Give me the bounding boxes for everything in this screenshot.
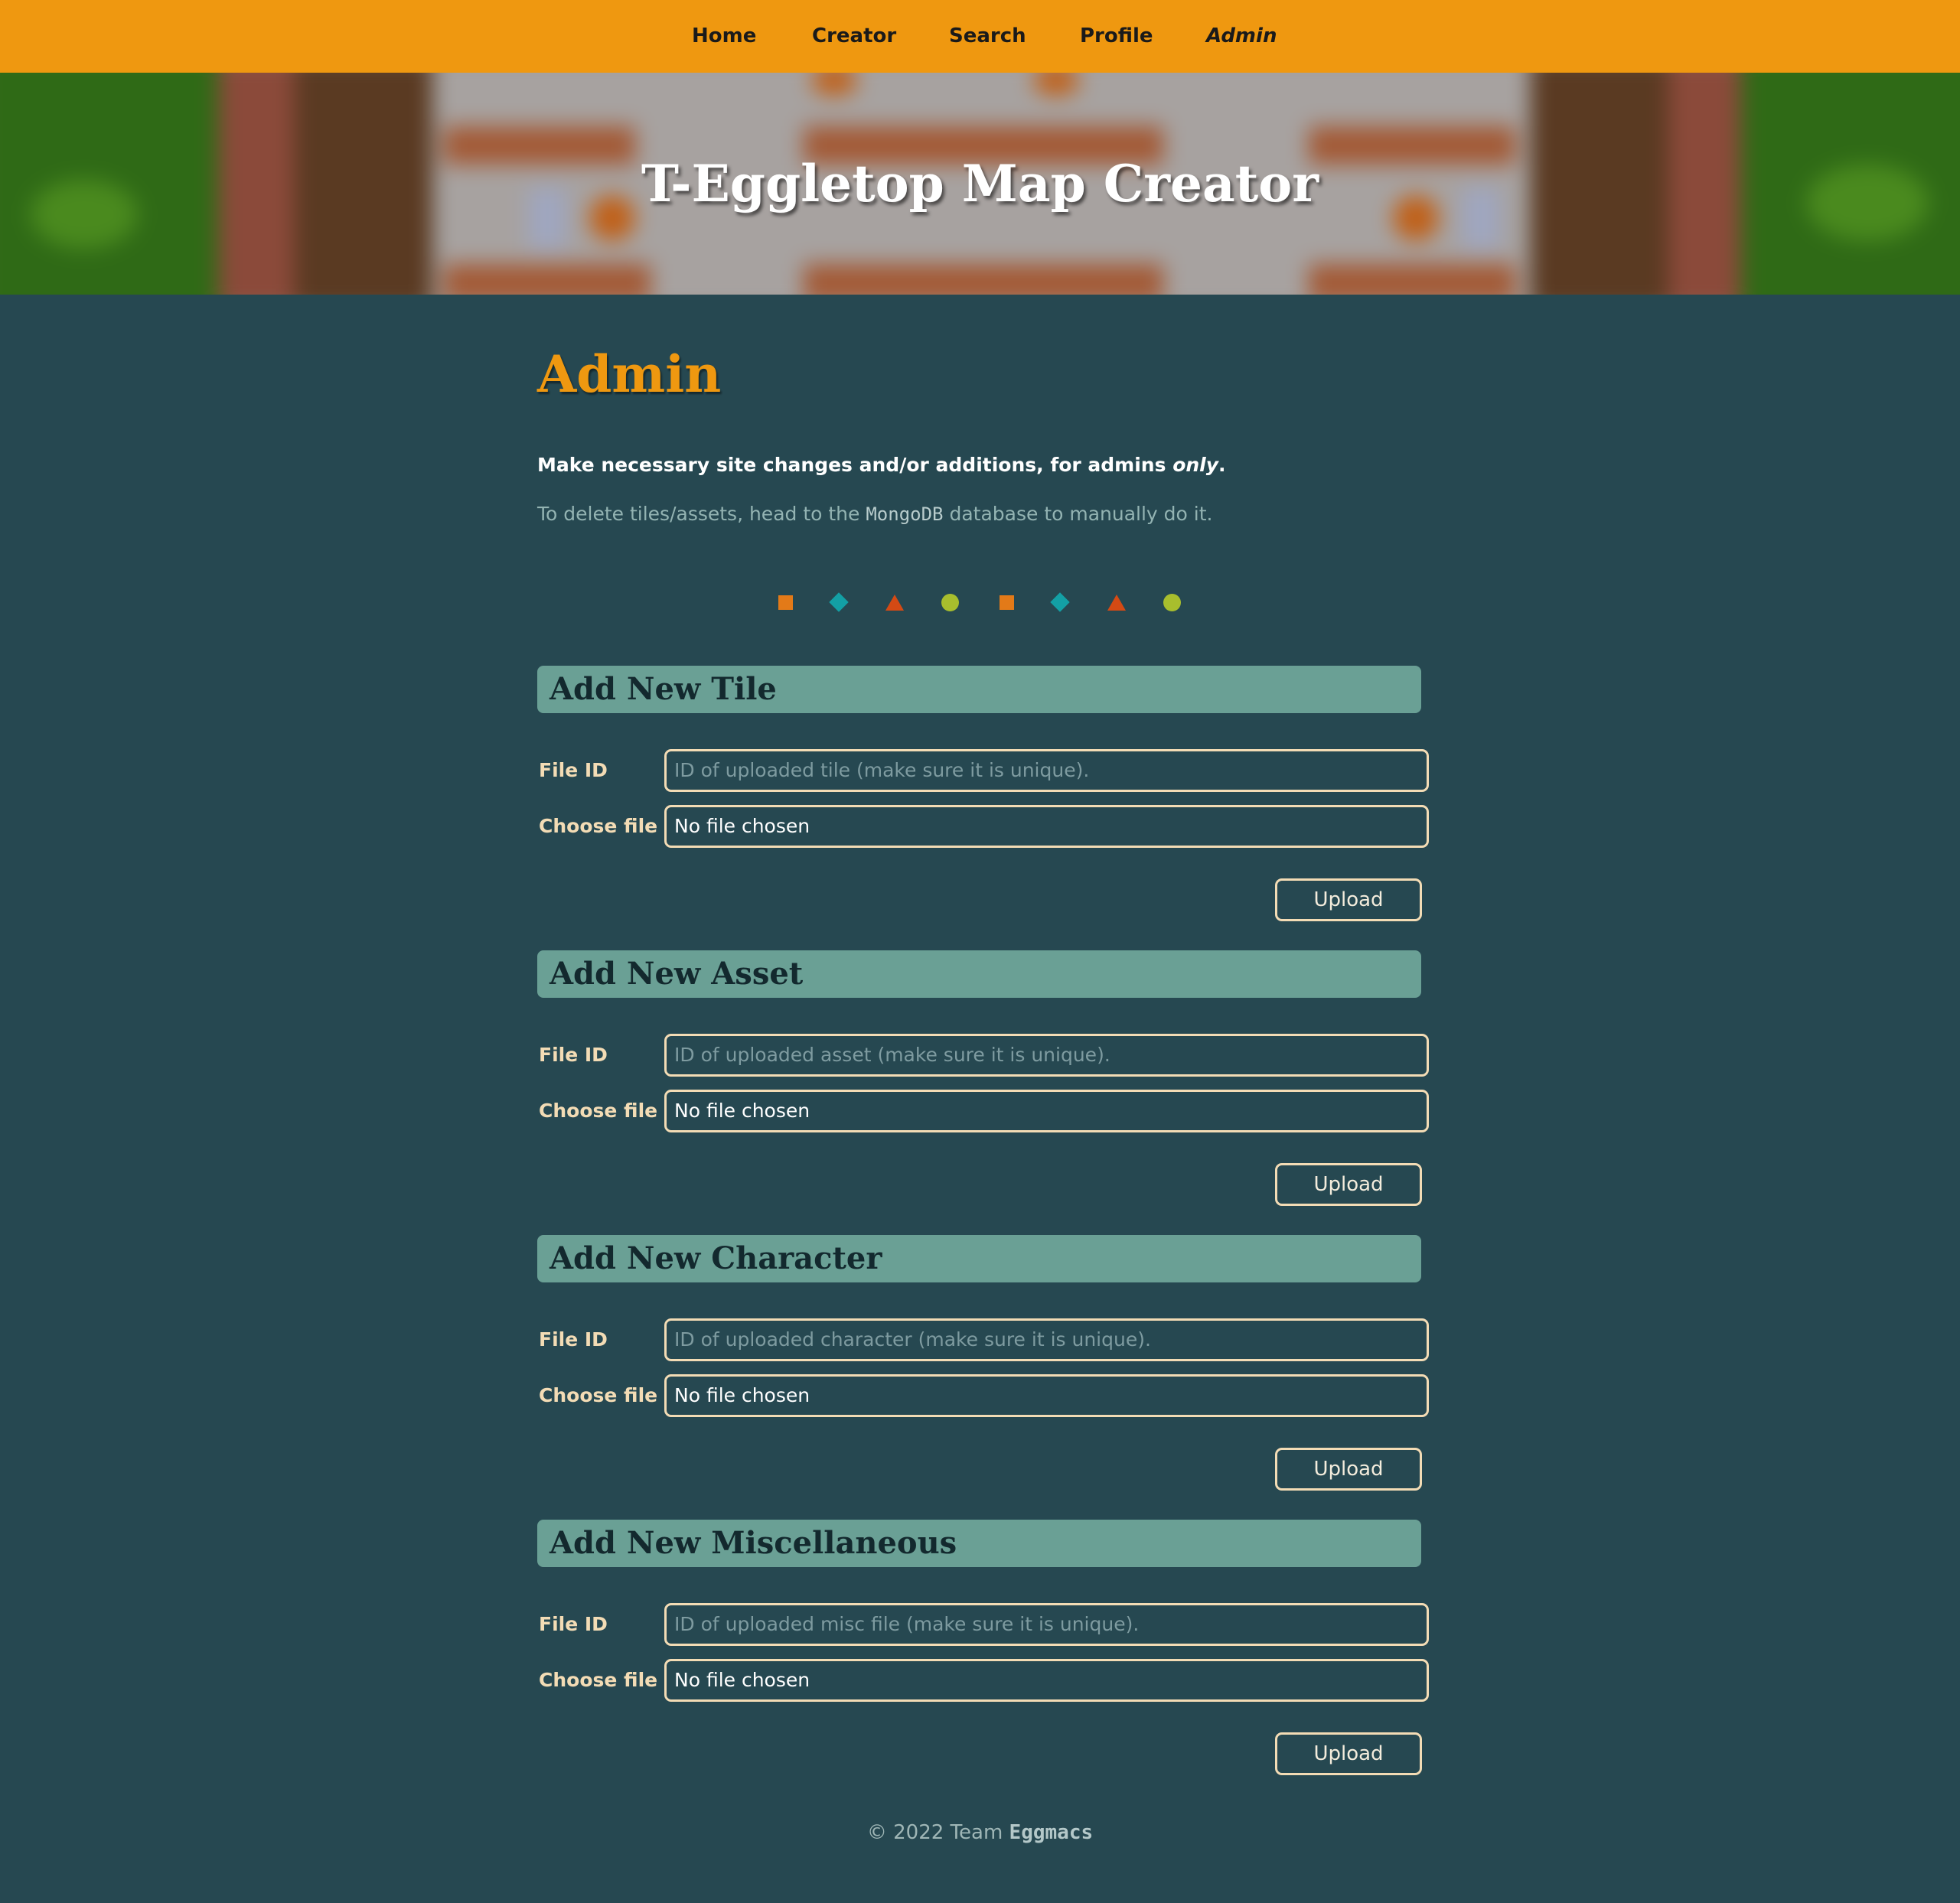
character-file-id-input[interactable] [664,1318,1429,1361]
asset-file-id-input[interactable] [664,1034,1429,1077]
misc-file-id-input[interactable] [664,1603,1429,1646]
page-heading: Admin [537,344,722,404]
add-misc-header: Add New Miscellaneous [537,1520,1421,1567]
lime-circle-icon [1163,594,1181,611]
lime-circle-icon [941,594,959,611]
red-triangle-icon [1107,595,1126,611]
asset-upload-button[interactable]: Upload [1275,1163,1422,1206]
choose-file-label: Choose file [539,1669,658,1691]
character-upload-button[interactable]: Upload [1275,1448,1422,1491]
file-id-label: File ID [539,759,608,781]
delete-note: To delete tiles/assets, head to the Mong… [537,503,1213,525]
nav-creator-link[interactable]: Creator [812,0,896,73]
tile-upload-button[interactable]: Upload [1275,878,1422,921]
choose-file-label: Choose file [539,1384,658,1406]
misc-file-chooser[interactable]: No file chosen [664,1659,1429,1702]
misc-upload-button[interactable]: Upload [1275,1732,1422,1775]
orange-square-icon [1000,595,1014,610]
file-id-label: File ID [539,1613,608,1635]
tile-file-chooser[interactable]: No file chosen [664,805,1429,848]
top-nav: Home Creator Search Profile Admin [0,0,1960,73]
section-title: Add New Asset [550,956,804,992]
character-file-chooser[interactable]: No file chosen [664,1374,1429,1417]
tile-file-id-input[interactable] [664,749,1429,792]
teal-diamond-icon [1050,592,1070,612]
nav-home-link[interactable]: Home [692,0,756,73]
footer: © 2022 Team Eggmacs [866,1821,1094,1844]
team-name: Eggmacs [1009,1821,1094,1844]
add-tile-header: Add New Tile [537,666,1421,713]
shape-divider [537,589,1422,620]
asset-file-chooser[interactable]: No file chosen [664,1090,1429,1132]
choose-file-label: Choose file [539,1100,658,1122]
file-id-label: File ID [539,1328,608,1351]
nav-profile-link[interactable]: Profile [1080,0,1153,73]
orange-square-icon [778,595,793,610]
nav-search-link[interactable]: Search [949,0,1026,73]
red-triangle-icon [885,595,904,611]
section-title: Add New Character [550,1240,882,1276]
nav-admin-link[interactable]: Admin [1206,0,1277,73]
choose-file-label: Choose file [539,815,658,837]
section-title: Add New Miscellaneous [550,1525,957,1561]
file-id-label: File ID [539,1044,608,1066]
teal-diamond-icon [829,592,849,612]
site-title: T-Eggletop Map Creator [641,154,1319,213]
admin-intro: Make necessary site changes and/or addit… [537,454,1226,476]
section-title: Add New Tile [550,671,777,707]
add-asset-header: Add New Asset [537,950,1421,998]
add-character-header: Add New Character [537,1235,1421,1282]
